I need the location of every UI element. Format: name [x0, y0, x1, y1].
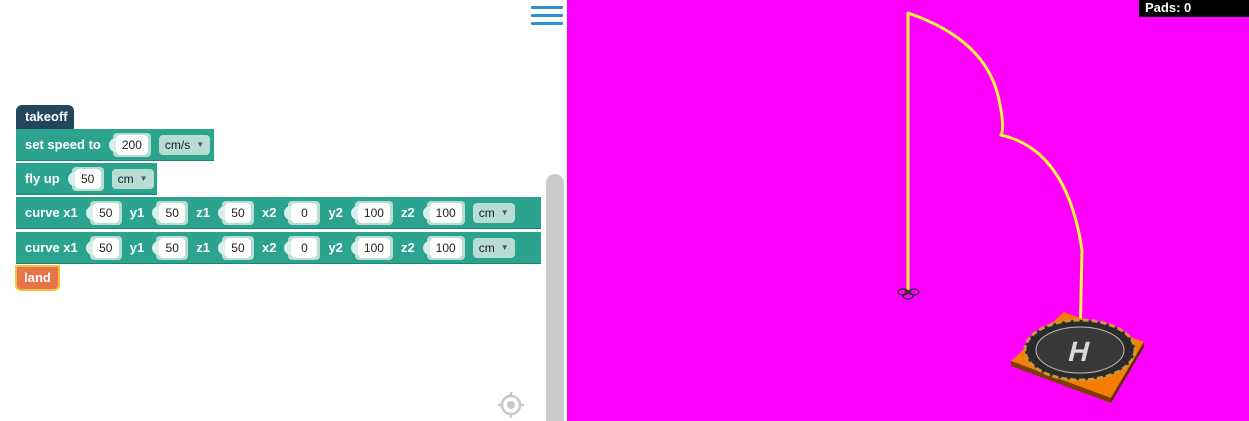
workspace-scrollbar[interactable] — [546, 174, 564, 421]
chevron-down-icon: ▼ — [500, 243, 509, 252]
curve-z2-input[interactable]: 100 — [422, 202, 462, 223]
curve-label: curve x1 — [25, 205, 78, 220]
curve-z1-input[interactable]: 50 — [217, 237, 251, 258]
x2-label: x2 — [261, 205, 277, 220]
x2-label: x2 — [261, 240, 277, 255]
hamburger-menu-icon[interactable] — [531, 4, 563, 28]
chevron-down-icon: ▼ — [139, 174, 148, 183]
flight-path — [906, 11, 1084, 343]
chevron-down-icon: ▼ — [196, 140, 205, 149]
z2-label: z2 — [400, 205, 415, 220]
takeoff-label: takeoff — [25, 109, 68, 124]
fly-up-unit-dropdown[interactable]: cm ▼ — [111, 168, 154, 189]
curve-y1-input[interactable]: 50 — [152, 202, 186, 223]
z1-label: z1 — [196, 240, 210, 255]
z2-label: z2 — [400, 240, 415, 255]
fly-up-input[interactable]: 50 — [67, 168, 101, 189]
curve-y2-input[interactable]: 100 — [350, 237, 390, 258]
y1-label: y1 — [129, 240, 145, 255]
simulator-viewport[interactable]: H Pads: 0 — [567, 0, 1249, 421]
curve-x1-input[interactable]: 50 — [85, 237, 119, 258]
target-recenter-icon[interactable] — [497, 391, 525, 419]
curve-label: curve x1 — [25, 240, 78, 255]
curve-z2-input[interactable]: 100 — [422, 237, 462, 258]
speed-unit-dropdown[interactable]: cm/s ▼ — [158, 134, 211, 155]
curve-x2-input[interactable]: 0 — [284, 202, 318, 223]
y2-label: y2 — [328, 205, 343, 220]
set-speed-block[interactable]: set speed to 200 cm/s ▼ — [16, 129, 214, 161]
curve-block[interactable]: curve x1 50 y1 50 z1 50 x2 0 y2 100 z2 1… — [16, 197, 541, 229]
simulator-scene — [897, 11, 1144, 403]
curve-y1-input[interactable]: 50 — [152, 237, 186, 258]
z1-label: z1 — [196, 205, 210, 220]
y2-label: y2 — [328, 240, 343, 255]
curve-unit-dropdown[interactable]: cm ▼ — [472, 202, 515, 223]
curve-x2-input[interactable]: 0 — [284, 237, 318, 258]
takeoff-block[interactable]: takeoff — [16, 105, 74, 131]
land-label: land — [24, 270, 51, 285]
pads-counter: Pads: 0 — [1139, 0, 1249, 17]
fly-up-block[interactable]: fly up 50 cm ▼ — [16, 163, 157, 195]
set-speed-label: set speed to — [25, 137, 101, 152]
y1-label: y1 — [129, 205, 145, 220]
drone-icon — [897, 288, 920, 300]
curve-x1-input[interactable]: 50 — [85, 202, 119, 223]
curve-unit-dropdown[interactable]: cm ▼ — [472, 237, 515, 258]
block-workspace[interactable]: takeoff set speed to 200 cm/s ▼ fly up 50… — [0, 0, 566, 421]
curve-z1-input[interactable]: 50 — [217, 202, 251, 223]
speed-input[interactable]: 200 — [108, 134, 148, 155]
curve-y2-input[interactable]: 100 — [350, 202, 390, 223]
chevron-down-icon: ▼ — [500, 208, 509, 217]
fly-up-label: fly up — [25, 171, 60, 186]
land-block[interactable]: land — [15, 265, 60, 291]
curve-block[interactable]: curve x1 50 y1 50 z1 50 x2 0 y2 100 z2 1… — [16, 232, 541, 264]
